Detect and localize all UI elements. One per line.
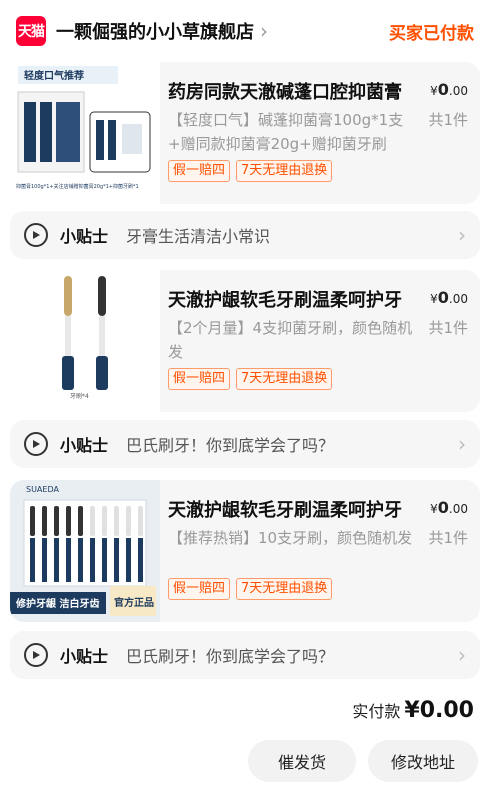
tip-row-1[interactable]: 小贴士 牙膏生活清洁小常识 ›: [10, 211, 480, 259]
tip-row-3[interactable]: 小贴士 巴氏刷牙！你到底学会了吗？ ›: [10, 631, 480, 679]
product-price: ¥0.00: [430, 498, 468, 517]
thumb-caption: 牙刷*4: [70, 392, 89, 400]
product-qty: 共1件: [428, 111, 468, 129]
chevron-right-icon[interactable]: ›: [260, 21, 268, 41]
toothbrush-pack-image: SUAEDA 修护牙龈 洁白牙齿 官方正品: [10, 480, 160, 622]
chevron-right-icon: ›: [458, 432, 466, 456]
play-icon: [24, 432, 48, 456]
tag-7day-return: 7天无理由退换: [236, 368, 333, 390]
product-spec: 【2个月量】4支抑菌牙刷，颜色随机发: [168, 319, 413, 361]
thumb-caption: 修护牙龈 洁白牙齿: [15, 597, 99, 610]
tag-7day-return: 7天无理由退换: [236, 578, 333, 600]
tip-text: 巴氏刷牙！你到底学会了吗？: [126, 647, 335, 666]
tip-row-2[interactable]: 小贴士 巴氏刷牙！你到底学会了吗？ ›: [10, 420, 480, 468]
product-spec: 【轻度口气】碱蓬抑菌膏100g*1支+赠同款抑菌膏20g+赠抑菌牙刷: [168, 111, 404, 153]
product-title[interactable]: 药房同款天澈碱蓬口腔抑菌膏: [168, 78, 418, 104]
thumb-caption: 抑菌膏100g*1+关注店铺赠抑菌膏20g*1+抑菌牙刷*1: [16, 183, 139, 190]
product-qty: 共1件: [428, 529, 468, 547]
product-image-toothbrush[interactable]: 牙刷*4: [10, 270, 160, 412]
toothpaste-image: 轻度口气推荐 抑菌膏100g*1+关注店铺赠抑菌膏20g*1+抑菌牙刷*1: [10, 62, 160, 204]
toothbrush-image: 牙刷*4: [10, 270, 160, 412]
tip-label: 小贴士: [60, 227, 109, 246]
tag-fake-compensation: 假一赔四: [168, 368, 231, 390]
urge-shipment-button[interactable]: 催发货: [248, 740, 356, 782]
product-title[interactable]: 天澈护龈软毛牙刷温柔呵护牙: [168, 496, 418, 522]
thumb-brand: SUAEDA: [26, 485, 59, 494]
paid-amount: ¥0.00: [404, 698, 474, 723]
tip-label: 小贴士: [60, 647, 109, 666]
tip-text: 巴氏刷牙！你到底学会了吗？: [126, 436, 335, 455]
play-icon: [24, 643, 48, 667]
modify-address-button[interactable]: 修改地址: [368, 740, 478, 782]
product-price: ¥0.00: [430, 80, 468, 99]
tip-text: 牙膏生活清洁小常识: [126, 227, 271, 246]
tag-7day-return: 7天无理由退换: [236, 160, 333, 182]
product-image-toothpaste[interactable]: 轻度口气推荐 抑菌膏100g*1+关注店铺赠抑菌膏20g*1+抑菌牙刷*1: [10, 62, 160, 204]
order-header: 天猫 一颗倔强的小小草旗舰店 › 买家已付款: [0, 0, 490, 62]
thumb-badge: 官方正品: [114, 596, 154, 609]
product-spec: 【推荐热销】10支牙刷，颜色随机发: [168, 529, 413, 547]
thumb-banner: 轻度口气推荐: [24, 69, 84, 82]
product-qty: 共1件: [428, 319, 468, 337]
product-title[interactable]: 天澈护龈软毛牙刷温柔呵护牙: [168, 286, 418, 312]
order-status: 买家已付款: [389, 23, 474, 44]
paid-label: 实付款: [352, 702, 401, 721]
product-price: ¥0.00: [430, 288, 468, 307]
tag-fake-compensation: 假一赔四: [168, 578, 231, 600]
chevron-right-icon: ›: [458, 223, 466, 247]
tip-label: 小贴士: [60, 436, 109, 455]
tmall-logo-icon: 天猫: [16, 16, 46, 46]
product-card-3[interactable]: SUAEDA 修护牙龈 洁白牙齿 官方正品 天澈护龈软毛牙刷温柔呵护牙 ¥0.0…: [10, 480, 480, 622]
paid-summary: 实付款 ¥0.00: [352, 698, 474, 723]
store-name[interactable]: 一颗倔强的小小草旗舰店: [56, 18, 254, 44]
product-card-2[interactable]: 牙刷*4 天澈护龈软毛牙刷温柔呵护牙 ¥0.00 【2个月量】4支抑菌牙刷，颜色…: [10, 270, 480, 412]
play-icon: [24, 223, 48, 247]
chevron-right-icon: ›: [458, 643, 466, 667]
tag-fake-compensation: 假一赔四: [168, 160, 231, 182]
product-image-toothbrush-pack[interactable]: SUAEDA 修护牙龈 洁白牙齿 官方正品: [10, 480, 160, 622]
product-card-1[interactable]: 轻度口气推荐 抑菌膏100g*1+关注店铺赠抑菌膏20g*1+抑菌牙刷*1 药房…: [10, 62, 480, 204]
